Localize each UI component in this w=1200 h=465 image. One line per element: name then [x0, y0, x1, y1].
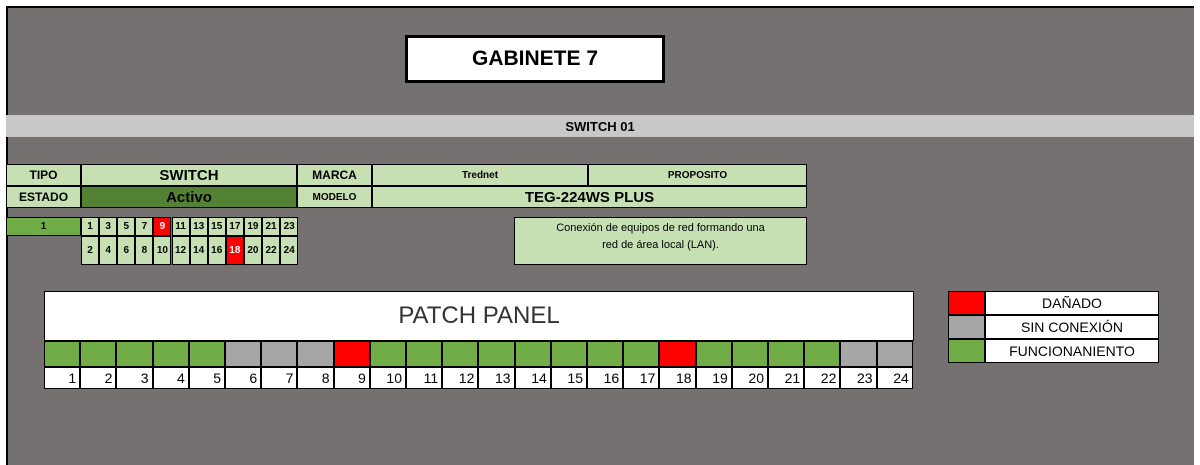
- patch-port-status-18: [659, 341, 696, 367]
- patch-port-status-1: [44, 341, 81, 367]
- legend-label-0: DAÑADO: [985, 291, 1159, 315]
- patch-port-number-23: 23: [840, 367, 877, 389]
- patch-port-status-5: [188, 341, 225, 367]
- patch-port-number-11: 11: [406, 367, 443, 389]
- patch-port-number-9: 9: [333, 367, 370, 389]
- proposito-line-1: Conexión de equipos de red formando una: [556, 222, 765, 234]
- switch-port-24: 24: [280, 236, 299, 265]
- patch-port-number-1: 1: [44, 367, 81, 389]
- switch-port-5: 5: [117, 217, 136, 236]
- patch-port-number-10: 10: [369, 367, 406, 389]
- legend-label-2: FUNCIONANIENTO: [985, 339, 1159, 363]
- switch-port-9: 9: [153, 217, 172, 236]
- patch-port-number-17: 17: [623, 367, 660, 389]
- proposito-line-2: red de área local (LAN).: [602, 239, 719, 251]
- patch-port-number-7: 7: [261, 367, 298, 389]
- patch-port-status-11: [406, 341, 443, 367]
- switch-port-16: 16: [207, 236, 226, 265]
- patch-port-status-16: [587, 341, 624, 367]
- patch-port-status-13: [478, 341, 515, 367]
- patch-port-number-22: 22: [804, 367, 841, 389]
- switch-port-7: 7: [135, 217, 154, 236]
- legend-label-1: SIN CONEXIÓN: [985, 315, 1159, 339]
- patch-port-number-14: 14: [514, 367, 551, 389]
- patch-port-status-8: [297, 341, 334, 367]
- patch-port-status-24: [876, 341, 913, 367]
- patch-port-number-21: 21: [768, 367, 805, 389]
- switch-number: 1: [6, 217, 81, 236]
- patch-port-number-19: 19: [695, 367, 732, 389]
- patch-port-number-6: 6: [225, 367, 262, 389]
- patch-port-status-19: [695, 341, 732, 367]
- switch-port-19: 19: [243, 217, 262, 236]
- patch-port-number-13: 13: [478, 367, 515, 389]
- switch-port-11: 11: [171, 217, 190, 236]
- switch-header-band: SWITCH 01: [6, 115, 1194, 137]
- patch-port-number-2: 2: [80, 367, 117, 389]
- patch-port-status-9: [333, 341, 370, 367]
- switch-port-12: 12: [171, 236, 190, 265]
- switch-port-14: 14: [189, 236, 208, 265]
- patch-port-number-4: 4: [152, 367, 189, 389]
- legend-swatch-0: [948, 291, 985, 315]
- switch-port-20: 20: [243, 236, 262, 265]
- switch-port-6: 6: [117, 236, 136, 265]
- empty-cell: [6, 236, 81, 265]
- patch-port-status-3: [116, 341, 153, 367]
- patch-port-number-15: 15: [550, 367, 587, 389]
- patch-port-number-12: 12: [442, 367, 479, 389]
- switch-port-18: 18: [225, 236, 244, 265]
- marca-value: Trednet: [372, 164, 588, 186]
- patch-port-number-16: 16: [587, 367, 624, 389]
- tipo-label: TIPO: [6, 164, 81, 186]
- patch-port-status-10: [369, 341, 406, 367]
- patch-port-number-3: 3: [116, 367, 153, 389]
- patch-port-status-4: [152, 341, 189, 367]
- patch-port-status-17: [623, 341, 660, 367]
- switch-port-1: 1: [81, 217, 100, 236]
- patch-panel-title: PATCH PANEL: [44, 291, 914, 341]
- switch-port-22: 22: [262, 236, 281, 265]
- switch-port-8: 8: [135, 236, 154, 265]
- patch-port-number-20: 20: [731, 367, 768, 389]
- switch-port-3: 3: [99, 217, 118, 236]
- switch-port-10: 10: [153, 236, 172, 265]
- tipo-value: SWITCH: [81, 164, 297, 186]
- estado-label: ESTADO: [6, 186, 81, 208]
- patch-port-status-14: [514, 341, 551, 367]
- marca-label: MARCA: [297, 164, 372, 186]
- estado-value: Activo: [81, 186, 297, 208]
- patch-port-number-5: 5: [188, 367, 225, 389]
- switch-port-4: 4: [99, 236, 118, 265]
- modelo-label: MODELO: [297, 186, 372, 208]
- patch-port-status-20: [731, 341, 768, 367]
- switch-port-13: 13: [189, 217, 208, 236]
- patch-port-number-24: 24: [876, 367, 913, 389]
- patch-port-status-21: [768, 341, 805, 367]
- patch-port-number-18: 18: [659, 367, 696, 389]
- proposito-description: Conexión de equipos de red formando una …: [514, 217, 807, 265]
- patch-port-status-23: [840, 341, 877, 367]
- proposito-label: PROPOSITO: [588, 164, 807, 186]
- switch-port-23: 23: [280, 217, 299, 236]
- legend-swatch-1: [948, 315, 985, 339]
- legend-swatch-2: [948, 339, 985, 363]
- patch-port-number-8: 8: [297, 367, 334, 389]
- patch-port-status-7: [261, 341, 298, 367]
- patch-port-status-2: [80, 341, 117, 367]
- switch-port-2: 2: [81, 236, 100, 265]
- switch-port-17: 17: [225, 217, 244, 236]
- switch-port-15: 15: [207, 217, 226, 236]
- patch-port-status-12: [442, 341, 479, 367]
- cabinet-title: GABINETE 7: [405, 35, 665, 83]
- patch-port-status-22: [804, 341, 841, 367]
- patch-port-status-15: [550, 341, 587, 367]
- patch-port-status-6: [225, 341, 262, 367]
- switch-port-21: 21: [262, 217, 281, 236]
- modelo-value: TEG-224WS PLUS: [372, 186, 807, 208]
